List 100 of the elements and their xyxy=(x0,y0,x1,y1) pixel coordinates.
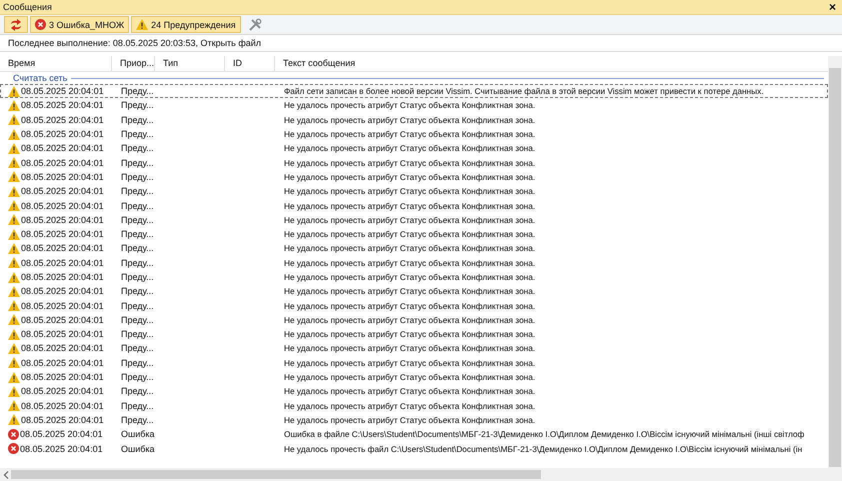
message-cell-text: Не удалось прочесть атрибут Статус объекта Конфликтная зона. xyxy=(283,414,536,425)
group-label[interactable]: Считать сеть xyxy=(13,73,68,83)
message-cell-text: Файл сети записан в более новой версии Vissim. Считывание файла в этой версии Vissim может привести к потере данных. xyxy=(283,86,764,96)
message-row[interactable]: 08.05.2025 20:04:01 Преду... Файл сети записан в более новой версии Vissim. Считывание файла в этой версии Vissim может привести к потере данных. xyxy=(0,84,828,98)
message-row[interactable]: 08.05.2025 20:04:01 Преду... Не удалось прочесть атрибут Статус объекта Конфликтная зона. xyxy=(0,298,828,313)
time-cell: 08.05.2025 20:04:01 xyxy=(21,286,104,296)
warning-icon xyxy=(8,157,20,168)
message-row[interactable]: 08.05.2025 20:04:01 Преду... Не удалось прочесть атрибут Статус объекта Конфликтная зона. xyxy=(0,398,828,413)
message-row[interactable]: 08.05.2025 20:04:01 Преду... Не удалось прочесть атрибут Статус объекта Конфликтная зона. xyxy=(0,198,828,213)
priority-cell-text: Ошибка xyxy=(120,444,156,454)
time-cell: 08.05.2025 20:04:01 xyxy=(21,86,104,96)
error-icon xyxy=(8,428,19,440)
priority-cell-text: Преду... xyxy=(120,372,155,382)
warnings-filter-button[interactable]: 24 Предупреждения xyxy=(131,16,241,33)
column-header[interactable]: Тип xyxy=(155,56,225,71)
message-cell-text: Не удалось прочесть атрибут Статус объекта Конфликтная зона. xyxy=(283,143,536,154)
message-row[interactable]: 08.05.2025 20:04:01 Ошибка Ошибка в файле C:\Users\Student\Documents\МБГ-21-3\Демиденко І.О\Диплом Демиденко І.О\Віссім існуючий мінімальні (інші світлоф xyxy=(0,427,828,442)
message-cell-text: Не удалось прочесть атрибут Статус объекта Конфликтная зона. xyxy=(283,272,536,282)
priority-cell-text: Преду... xyxy=(120,300,155,311)
warning-icon xyxy=(8,114,20,126)
message-row[interactable]: 08.05.2025 20:04:01 Преду... Не удалось прочесть атрибут Статус объекта Конфликтная зона. xyxy=(0,212,828,227)
warning-icon xyxy=(8,86,20,97)
message-row[interactable]: 08.05.2025 20:04:01 Преду... Не удалось прочесть атрибут Статус объекта Конфликтная зона. xyxy=(0,112,828,127)
warning-icon xyxy=(8,171,20,182)
message-row[interactable]: 08.05.2025 20:04:01 Преду... Не удалось прочесть атрибут Статус объекта Конфликтная зона. xyxy=(0,126,828,142)
warning-icon xyxy=(8,300,20,312)
message-row[interactable]: 08.05.2025 20:04:01 Преду... Не удалось прочесть атрибут Статус объекта Конфликтная зона. xyxy=(0,284,828,298)
column-header[interactable]: Текст сообщения xyxy=(275,56,828,71)
time-cell: 08.05.2025 20:04:01 xyxy=(21,314,104,325)
error-icon xyxy=(8,443,19,454)
time-cell: 08.05.2025 20:04:01 xyxy=(21,172,104,182)
message-row[interactable]: 08.05.2025 20:04:01 Преду... Не удалось прочесть атрибут Статус объекта Конфликтная зона. xyxy=(0,184,828,198)
message-cell-text: Ошибка в файле C:\Users\Student\Documents\МБГ-21-3\Демиденко І.О\Диплом Демиденко І.О\Віссім існуючий мінімальні (інші світлоф xyxy=(283,429,804,440)
column-header[interactable]: Время xyxy=(0,56,112,71)
message-cell-text: Не удалось прочесть атрибут Статус объекта Конфликтная зона. xyxy=(283,372,536,382)
message-row[interactable]: 08.05.2025 20:04:01 Преду... Не удалось прочесть атрибут Статус объекта Конфликтная зона. xyxy=(0,270,828,284)
message-row[interactable]: 08.05.2025 20:04:01 Преду... Не удалось прочесть атрибут Статус объекта Конфликтная зона. xyxy=(0,170,828,184)
scroll-left-icon[interactable] xyxy=(3,470,9,478)
message-cell-text: Не удалось прочесть атрибут Статус объекта Конфликтная зона. xyxy=(283,158,536,168)
warning-icon xyxy=(8,200,20,212)
message-row[interactable]: 08.05.2025 20:04:01 Преду... Не удалось прочесть атрибут Статус объекта Конфликтная зона. xyxy=(0,384,828,399)
priority-cell-text: Преду... xyxy=(120,158,155,168)
warning-icon xyxy=(8,214,20,226)
priority-cell-text: Преду... xyxy=(120,400,155,411)
message-row[interactable]: 08.05.2025 20:04:01 Преду... Не удалось прочесть атрибут Статус объекта Конфликтная зона. xyxy=(0,256,828,270)
time-cell: 08.05.2025 20:04:01 xyxy=(21,214,104,225)
time-cell: 08.05.2025 20:04:01 xyxy=(21,186,104,196)
message-cell-text: Не удалось прочесть атрибут Статус объекта Конфликтная зона. xyxy=(283,229,536,240)
horizontal-scrollbar[interactable] xyxy=(0,468,842,481)
time-cell: 08.05.2025 20:04:01 xyxy=(21,300,104,311)
column-header[interactable]: ID xyxy=(225,56,275,71)
message-row[interactable]: 08.05.2025 20:04:01 Преду... Не удалось прочесть атрибут Статус объекта Конфликтная зона. xyxy=(0,327,828,342)
warning-icon xyxy=(8,314,20,326)
priority-cell-text: Преду... xyxy=(120,200,155,211)
warning-icon xyxy=(8,414,20,426)
column-header[interactable]: Приор... xyxy=(112,56,155,71)
vertical-scrollbar[interactable] xyxy=(828,56,842,468)
time-cell: 08.05.2025 20:04:01 xyxy=(21,272,104,282)
warning-icon xyxy=(8,142,20,154)
message-row[interactable]: 08.05.2025 20:04:01 Преду... Не удалось прочесть атрибут Статус объекта Конфликтная зона. xyxy=(0,370,828,384)
close-button[interactable]: × xyxy=(828,1,836,13)
message-cell-text: Не удалось прочесть атрибут Статус объекта Конфликтная зона. xyxy=(283,400,536,411)
message-cell-text: Не удалось прочесть атрибут Статус объекта Конфликтная зона. xyxy=(283,343,536,354)
time-cell: 08.05.2025 20:04:01 xyxy=(21,158,104,168)
priority-cell-text: Преду... xyxy=(120,214,155,225)
time-cell: 08.05.2025 20:04:01 xyxy=(21,414,104,425)
message-row[interactable]: 08.05.2025 20:04:01 Преду... Не удалось прочесть атрибут Статус объекта Конфликтная зона. xyxy=(0,356,828,370)
message-row[interactable]: 08.05.2025 20:04:01 Преду... Не удалось прочесть атрибут Статус объекта Конфликтная зона. xyxy=(0,412,828,428)
priority-cell-text: Преду... xyxy=(120,143,155,154)
message-row[interactable]: 08.05.2025 20:04:01 Преду... Не удалось прочесть атрибут Статус объекта Конфликтная зона. xyxy=(0,155,828,170)
message-row[interactable]: 08.05.2025 20:04:01 Ошибка Не удалось прочесть файл C:\Users\Student\Documents\МБГ-21-3\Демиденко І.О\Диплом Демиденко І.О\Віссім існуючий мінімальні (ін xyxy=(0,441,828,456)
message-row[interactable]: 08.05.2025 20:04:01 Преду... Не удалось прочесть атрибут Статус объекта Конфликтная зона. xyxy=(0,141,828,156)
warning-icon xyxy=(8,186,20,197)
warning-icon xyxy=(8,272,20,282)
priority-cell-text: Преду... xyxy=(120,386,155,396)
priority-cell-text: Преду... xyxy=(120,172,155,182)
message-row[interactable]: 08.05.2025 20:04:01 Преду... Не удалось прочесть атрибут Статус объекта Конфликтная зона. xyxy=(0,98,828,113)
message-cell-text: Не удалось прочесть атрибут Статус объекта Конфликтная зона. xyxy=(283,100,536,110)
time-cell: 08.05.2025 20:04:01 xyxy=(21,200,104,211)
message-row[interactable]: 08.05.2025 20:04:01 Преду... Не удалось прочесть атрибут Статус объекта Конфликтная зона. xyxy=(0,312,828,328)
time-cell: 08.05.2025 20:04:01 xyxy=(21,386,104,396)
refresh-button[interactable] xyxy=(4,16,28,33)
message-cell-text: Не удалось прочесть атрибут Статус объекта Конфликтная зона. xyxy=(283,258,536,268)
message-cell-text: Не удалось прочесть атрибут Статус объекта Конфликтная зона. xyxy=(283,314,536,325)
message-cell-text: Не удалось прочесть атрибут Статус объекта Конфликтная зона. xyxy=(283,114,536,125)
window-title: Сообщения xyxy=(3,2,52,12)
priority-cell-text: Преду... xyxy=(120,358,155,368)
message-row[interactable]: 08.05.2025 20:04:01 Преду... Не удалось прочесть атрибут Статус объекта Конфликтная зона. xyxy=(0,226,828,242)
priority-cell-text: Преду... xyxy=(120,343,155,354)
warning-icon xyxy=(8,286,20,297)
time-cell: 08.05.2025 20:04:01 xyxy=(21,400,104,411)
message-row[interactable]: 08.05.2025 20:04:01 Преду... Не удалось прочесть атрибут Статус объекта Конфликтная зона. xyxy=(0,341,828,356)
last-run-text: Последнее выполнение: 08.05.2025 20:03:53, Открыть файл xyxy=(0,35,842,52)
errors-filter-button[interactable]: 3 Ошибка_МНОЖ xyxy=(30,16,130,33)
priority-cell-text: Преду... xyxy=(120,286,155,296)
warning-icon xyxy=(8,342,20,354)
message-row[interactable]: 08.05.2025 20:04:01 Преду... Не удалось прочесть атрибут Статус объекта Конфликтная зона. xyxy=(0,241,828,256)
time-cell: 08.05.2025 20:04:01 xyxy=(20,444,103,454)
time-cell: 08.05.2025 20:04:01 xyxy=(21,343,104,354)
priority-cell-text: Преду... xyxy=(120,258,155,268)
